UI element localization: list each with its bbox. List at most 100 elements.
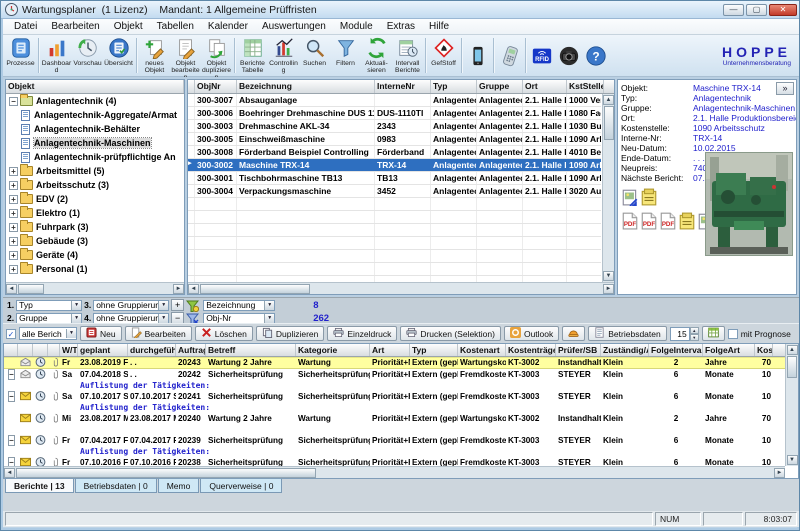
- tree-item-anlagentechnik-4[interactable]: −Anlagentechnik (4): [6, 94, 184, 108]
- toolbar-button-aktuali-sieren[interactable]: Aktuali- sieren: [361, 36, 392, 75]
- table-row[interactable]: 300-3006Boehringer Drehmaschine DUS 11DU…: [188, 107, 601, 120]
- report-scope-dropdown[interactable]: alle Berich▼: [19, 327, 77, 340]
- column-header-objnr[interactable]: ObjNr: [195, 80, 237, 93]
- menu-item-kalender[interactable]: Kalender: [201, 20, 255, 33]
- note-attachment-icon[interactable]: [641, 188, 657, 206]
- row-expander-minus-icon[interactable]: −: [8, 391, 15, 402]
- tree-expander-plus-icon[interactable]: +: [9, 167, 18, 176]
- expand-details-button[interactable]: »: [776, 82, 794, 95]
- tab-berichte[interactable]: Berichte | 13: [5, 479, 74, 493]
- tree-item-anlagentechnik-behälter[interactable]: Anlagentechnik-Behälter: [6, 122, 184, 136]
- toolbar-button-prozesse[interactable]: Prozesse: [5, 36, 36, 75]
- pdf-attachment-icon[interactable]: PDF: [622, 212, 638, 230]
- toolbar-button-neues-objekt[interactable]: neues Objekt: [139, 36, 170, 75]
- tree-expander-plus-icon[interactable]: +: [9, 209, 18, 218]
- tree-header[interactable]: Objekt: [6, 80, 184, 93]
- toolbar-button-objekt-duplizieren[interactable]: Objekt duplizieren: [201, 36, 232, 75]
- tree-item-edv-2[interactable]: +EDV (2): [6, 192, 184, 206]
- grid-column-header-typ[interactable]: Typ: [410, 344, 458, 356]
- table-row[interactable]: 300-3001Tischbohrmaschine TB13TB13Anlage…: [188, 172, 601, 185]
- note-attachment-icon[interactable]: [679, 212, 695, 230]
- report-grid-horizontal-scrollbar[interactable]: ◄►: [4, 466, 785, 478]
- grid-column-header-clip[interactable]: [48, 344, 60, 356]
- chevron-down-icon[interactable]: ▼: [66, 329, 76, 338]
- column-header-kststelle[interactable]: KstStelle: [567, 80, 604, 93]
- spinner-down-icon[interactable]: ▼: [690, 334, 699, 341]
- menu-item-hilfe[interactable]: Hilfe: [422, 20, 456, 33]
- expand-filter-button[interactable]: +: [171, 299, 184, 311]
- toolbar-button-übersicht[interactable]: Übersicht: [103, 36, 134, 75]
- object-table-horizontal-scrollbar[interactable]: ◄►: [188, 282, 614, 294]
- chevron-down-icon[interactable]: ▼: [158, 301, 168, 310]
- menu-item-auswertungen[interactable]: Auswertungen: [255, 20, 333, 33]
- column-header-gruppe[interactable]: Gruppe: [477, 80, 523, 93]
- object-table-vertical-scrollbar[interactable]: ▲▼: [602, 94, 614, 282]
- filter-all-checkbox[interactable]: ✓: [6, 329, 16, 339]
- image-attachment-icon[interactable]: [622, 188, 638, 206]
- close-button[interactable]: ✕: [769, 4, 797, 16]
- minimize-button[interactable]: —: [723, 4, 744, 16]
- neu-button[interactable]: Neu: [80, 326, 122, 341]
- löschen-button[interactable]: Löschen: [195, 326, 253, 341]
- row-expander-minus-icon[interactable]: −: [8, 369, 15, 380]
- toolbar-button-filtern[interactable]: Filtern: [330, 36, 361, 75]
- tree-item-anlagentechnik-prüfpflichtige-an[interactable]: Anlagentechnik-prüfpflichtige An: [6, 150, 184, 164]
- tab-betriebsdaten[interactable]: Betriebsdaten | 0: [75, 479, 157, 493]
- table-row[interactable]: 300-3007AbsauganlageAnlagentechAnlagente…: [188, 94, 601, 107]
- grid-column-header-kostenart[interactable]: Kostenart: [458, 344, 506, 356]
- menu-item-datei[interactable]: Datei: [7, 20, 44, 33]
- grid-view-button[interactable]: [702, 326, 725, 341]
- toolbar-button-help[interactable]: ?: [582, 36, 609, 75]
- tree-item-gebäude-3[interactable]: +Gebäude (3): [6, 234, 184, 248]
- menu-item-module[interactable]: Module: [333, 20, 380, 33]
- grid-column-header-prüfer-sb[interactable]: Prüfer/SB: [556, 344, 601, 356]
- grid-column-header-clock[interactable]: [33, 344, 48, 356]
- interval-spinner[interactable]: 15▲▼: [670, 327, 699, 341]
- grid-column-header-geplant[interactable]: geplant: [78, 344, 128, 356]
- tree-expander-minus-icon[interactable]: −: [9, 97, 18, 106]
- spinner-up-icon[interactable]: ▲: [690, 327, 699, 334]
- toolbar-button-suchen[interactable]: Suchen: [299, 36, 330, 75]
- column-header-ort[interactable]: Ort: [523, 80, 567, 93]
- report-row[interactable]: Mi23.08.2017 Mi23.08.2017 Mi20240Wartung…: [4, 413, 785, 425]
- grid-column-header-betreff[interactable]: Betreff: [206, 344, 296, 356]
- menu-item-objekt[interactable]: Objekt: [107, 20, 150, 33]
- grid-column-header-art[interactable]: Art: [370, 344, 410, 356]
- toolbar-button-berichte-tabelle[interactable]: Berichte Tabelle: [237, 36, 268, 75]
- pdf-attachment-icon[interactable]: PDF: [641, 212, 657, 230]
- toolbar-button-rfid[interactable]: RFID: [528, 36, 555, 75]
- report-row[interactable]: Fr23.08.2019 Fr. .20243Wartung 2 JahreWa…: [4, 357, 785, 369]
- menu-item-bearbeiten[interactable]: Bearbeiten: [44, 20, 106, 33]
- tab-querverweise[interactable]: Querverweise | 0: [200, 479, 282, 493]
- grid-column-header-koster[interactable]: Koster: [755, 344, 773, 356]
- toolbar-button-vorschau[interactable]: Vorschau: [72, 36, 103, 75]
- report-grid-vertical-scrollbar[interactable]: ▲▼: [785, 344, 798, 466]
- toolbar-button-camera[interactable]: [555, 36, 582, 75]
- counter-field-dropdown[interactable]: Obj-Nr▼: [203, 313, 275, 324]
- toolbar-button-smartphone[interactable]: [464, 36, 491, 75]
- report-row[interactable]: −Sa07.04.2018 Sa. .20242Sicherheitsprüfu…: [4, 369, 785, 381]
- bearbeiten-button[interactable]: Bearbeiten: [125, 326, 192, 341]
- tree-item-personal-1[interactable]: +Personal (1): [6, 262, 184, 276]
- column-header-internenr[interactable]: InterneNr: [375, 80, 431, 93]
- tree-expander-plus-icon[interactable]: +: [9, 237, 18, 246]
- tree-expander-plus-icon[interactable]: +: [9, 195, 18, 204]
- counter-field-dropdown[interactable]: Bezeichnung▼: [203, 300, 275, 311]
- grid-column-header-durchgeführt[interactable]: durchgeführt: [128, 344, 176, 356]
- grid-column-header-exp[interactable]: [4, 344, 18, 356]
- grouping-dropdown[interactable]: ohne Gruppierung▼: [93, 300, 169, 311]
- table-row[interactable]: 300-3005Einschweißmaschine0983Anlagentec…: [188, 133, 601, 146]
- toolbar-button-scanner[interactable]: [496, 36, 523, 75]
- tree-item-anlagentechnik-aggregate-armat[interactable]: Anlagentechnik-Aggregate/Armat: [6, 108, 184, 122]
- table-row[interactable]: ▸300-3002Maschine TRX-14TRX-14Anlagentec…: [188, 159, 601, 172]
- toolbar-button-objekt-bearbeiten[interactable]: Objekt bearbeiten: [170, 36, 201, 75]
- chevron-down-icon[interactable]: ▼: [264, 301, 274, 310]
- tab-memo[interactable]: Memo: [158, 479, 200, 493]
- grid-column-header-mail[interactable]: [18, 344, 33, 356]
- betriebsdaten-button[interactable]: Betriebsdaten: [588, 326, 666, 341]
- toolbar-button-dashboard[interactable]: Dashboard: [41, 36, 72, 75]
- report-row[interactable]: −Fr07.04.2017 Fr07.04.2017 Fr20239Sicher…: [4, 435, 785, 447]
- row-expander-minus-icon[interactable]: −: [8, 435, 15, 446]
- table-row[interactable]: 300-3003Drehmaschine AKL-342343Anlagente…: [188, 120, 601, 133]
- menu-item-extras[interactable]: Extras: [380, 20, 422, 33]
